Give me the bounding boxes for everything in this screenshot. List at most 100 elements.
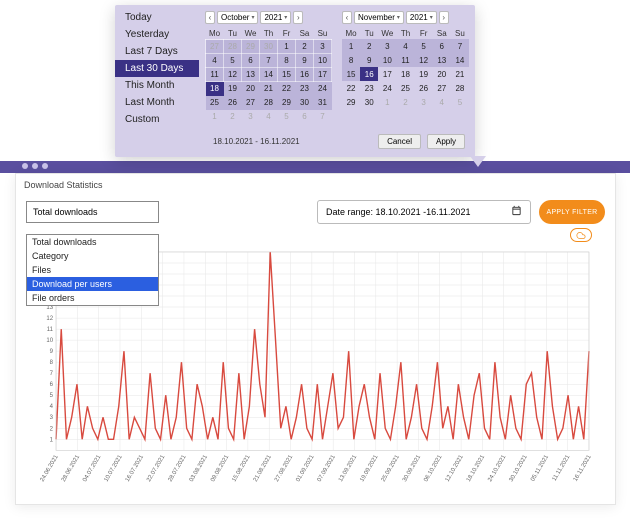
calendar-day[interactable]: 7 [260,54,278,68]
calendar-day[interactable]: 3 [242,110,260,124]
calendar-grid-right[interactable]: MoTuWeThFrSaSu12345678910111213141516171… [342,28,469,109]
calendar-day[interactable]: 11 [206,68,224,82]
calendar-day[interactable]: 1 [206,110,224,124]
calendar-day[interactable]: 17 [314,68,332,82]
calendar-day[interactable]: 29 [278,96,296,110]
calendar-day[interactable]: 28 [451,81,469,95]
calendar-day[interactable]: 20 [242,82,260,96]
month-select-left[interactable]: October▾ [217,11,258,24]
year-select-right[interactable]: 2021▾ [406,11,437,24]
calendar-day[interactable]: 6 [296,110,314,124]
cancel-button[interactable]: Cancel [378,134,421,149]
calendar-day[interactable]: 26 [224,96,242,110]
metric-option[interactable]: Category [27,249,158,263]
preset-item[interactable]: Custom [115,111,199,128]
apply-button[interactable]: Apply [427,134,465,149]
calendar-day[interactable]: 7 [314,110,332,124]
calendar-day[interactable]: 17 [378,67,396,81]
calendar-day[interactable]: 22 [278,82,296,96]
calendar-day[interactable]: 23 [296,82,314,96]
calendar-day[interactable]: 24 [378,81,396,95]
calendar-day[interactable]: 30 [360,95,378,109]
calendar-day[interactable]: 9 [296,54,314,68]
calendar-day[interactable]: 7 [451,39,469,53]
calendar-day[interactable]: 20 [433,67,451,81]
calendar-day[interactable]: 12 [224,68,242,82]
preset-item[interactable]: Today [115,9,199,26]
prev-month-button-right[interactable]: ‹ [342,11,352,24]
metric-option[interactable]: Total downloads [27,235,158,249]
calendar-day[interactable]: 6 [433,39,451,53]
preset-item[interactable]: Yesterday [115,26,199,43]
calendar-day[interactable]: 29 [342,95,360,109]
calendar-day[interactable]: 1 [278,40,296,54]
calendar-day[interactable]: 14 [260,68,278,82]
metric-select[interactable]: Total downloads [26,201,159,223]
calendar-day[interactable]: 29 [242,40,260,54]
calendar-day[interactable]: 2 [224,110,242,124]
calendar-day[interactable]: 3 [378,39,396,53]
calendar-day[interactable]: 30 [260,40,278,54]
calendar-day[interactable]: 13 [242,68,260,82]
preset-item[interactable]: Last 30 Days [115,60,199,77]
calendar-day[interactable]: 16 [296,68,314,82]
preset-item[interactable]: This Month [115,77,199,94]
export-button[interactable] [570,228,592,242]
calendar-day[interactable]: 5 [224,54,242,68]
calendar-day[interactable]: 21 [451,67,469,81]
calendar-day[interactable]: 18 [396,67,414,81]
year-select-left[interactable]: 2021▾ [260,11,291,24]
calendar-day[interactable]: 11 [396,53,414,67]
calendar-day[interactable]: 27 [242,96,260,110]
calendar-day[interactable]: 10 [314,54,332,68]
calendar-day[interactable]: 4 [433,95,451,109]
calendar-day[interactable]: 12 [415,53,433,67]
metric-option[interactable]: File orders [27,291,158,305]
calendar-grid-left[interactable]: MoTuWeThFrSaSu27282930123456789101112131… [205,28,332,124]
metric-option[interactable]: Files [27,263,158,277]
calendar-day[interactable]: 2 [396,95,414,109]
calendar-day[interactable]: 5 [451,95,469,109]
calendar-day[interactable]: 5 [415,39,433,53]
calendar-day[interactable]: 22 [342,81,360,95]
calendar-day[interactable]: 15 [278,68,296,82]
calendar-day[interactable]: 24 [314,82,332,96]
calendar-day[interactable]: 19 [415,67,433,81]
next-month-button[interactable]: › [439,11,449,24]
prev-month-button[interactable]: ‹ [205,11,215,24]
calendar-day[interactable]: 8 [278,54,296,68]
calendar-day[interactable]: 16 [360,67,378,81]
calendar-day[interactable]: 27 [206,40,224,54]
calendar-day[interactable]: 3 [415,95,433,109]
calendar-day[interactable]: 18 [206,82,224,96]
calendar-day[interactable]: 25 [396,81,414,95]
calendar-day[interactable]: 4 [206,54,224,68]
calendar-day[interactable]: 27 [433,81,451,95]
calendar-day[interactable]: 21 [260,82,278,96]
calendar-day[interactable]: 26 [415,81,433,95]
calendar-day[interactable]: 1 [378,95,396,109]
calendar-day[interactable]: 1 [342,39,360,53]
calendar-day[interactable]: 8 [342,53,360,67]
metric-option[interactable]: Download per users [27,277,158,291]
next-month-button-left[interactable]: › [293,11,303,24]
calendar-day[interactable]: 28 [224,40,242,54]
calendar-day[interactable]: 4 [260,110,278,124]
calendar-day[interactable]: 31 [314,96,332,110]
calendar-day[interactable]: 25 [206,96,224,110]
calendar-day[interactable]: 9 [360,53,378,67]
metric-dropdown[interactable]: Total downloadsCategoryFilesDownload per… [26,234,159,306]
calendar-day[interactable]: 2 [296,40,314,54]
calendar-day[interactable]: 30 [296,96,314,110]
calendar-day[interactable]: 10 [378,53,396,67]
calendar-day[interactable]: 4 [396,39,414,53]
calendar-day[interactable]: 3 [314,40,332,54]
preset-item[interactable]: Last Month [115,94,199,111]
preset-item[interactable]: Last 7 Days [115,43,199,60]
calendar-day[interactable]: 23 [360,81,378,95]
calendar-day[interactable]: 28 [260,96,278,110]
calendar-day[interactable]: 5 [278,110,296,124]
calendar-day[interactable]: 15 [342,67,360,81]
apply-filter-button[interactable]: APPLY FILTER [539,200,605,224]
month-select-right[interactable]: November▾ [354,11,404,24]
